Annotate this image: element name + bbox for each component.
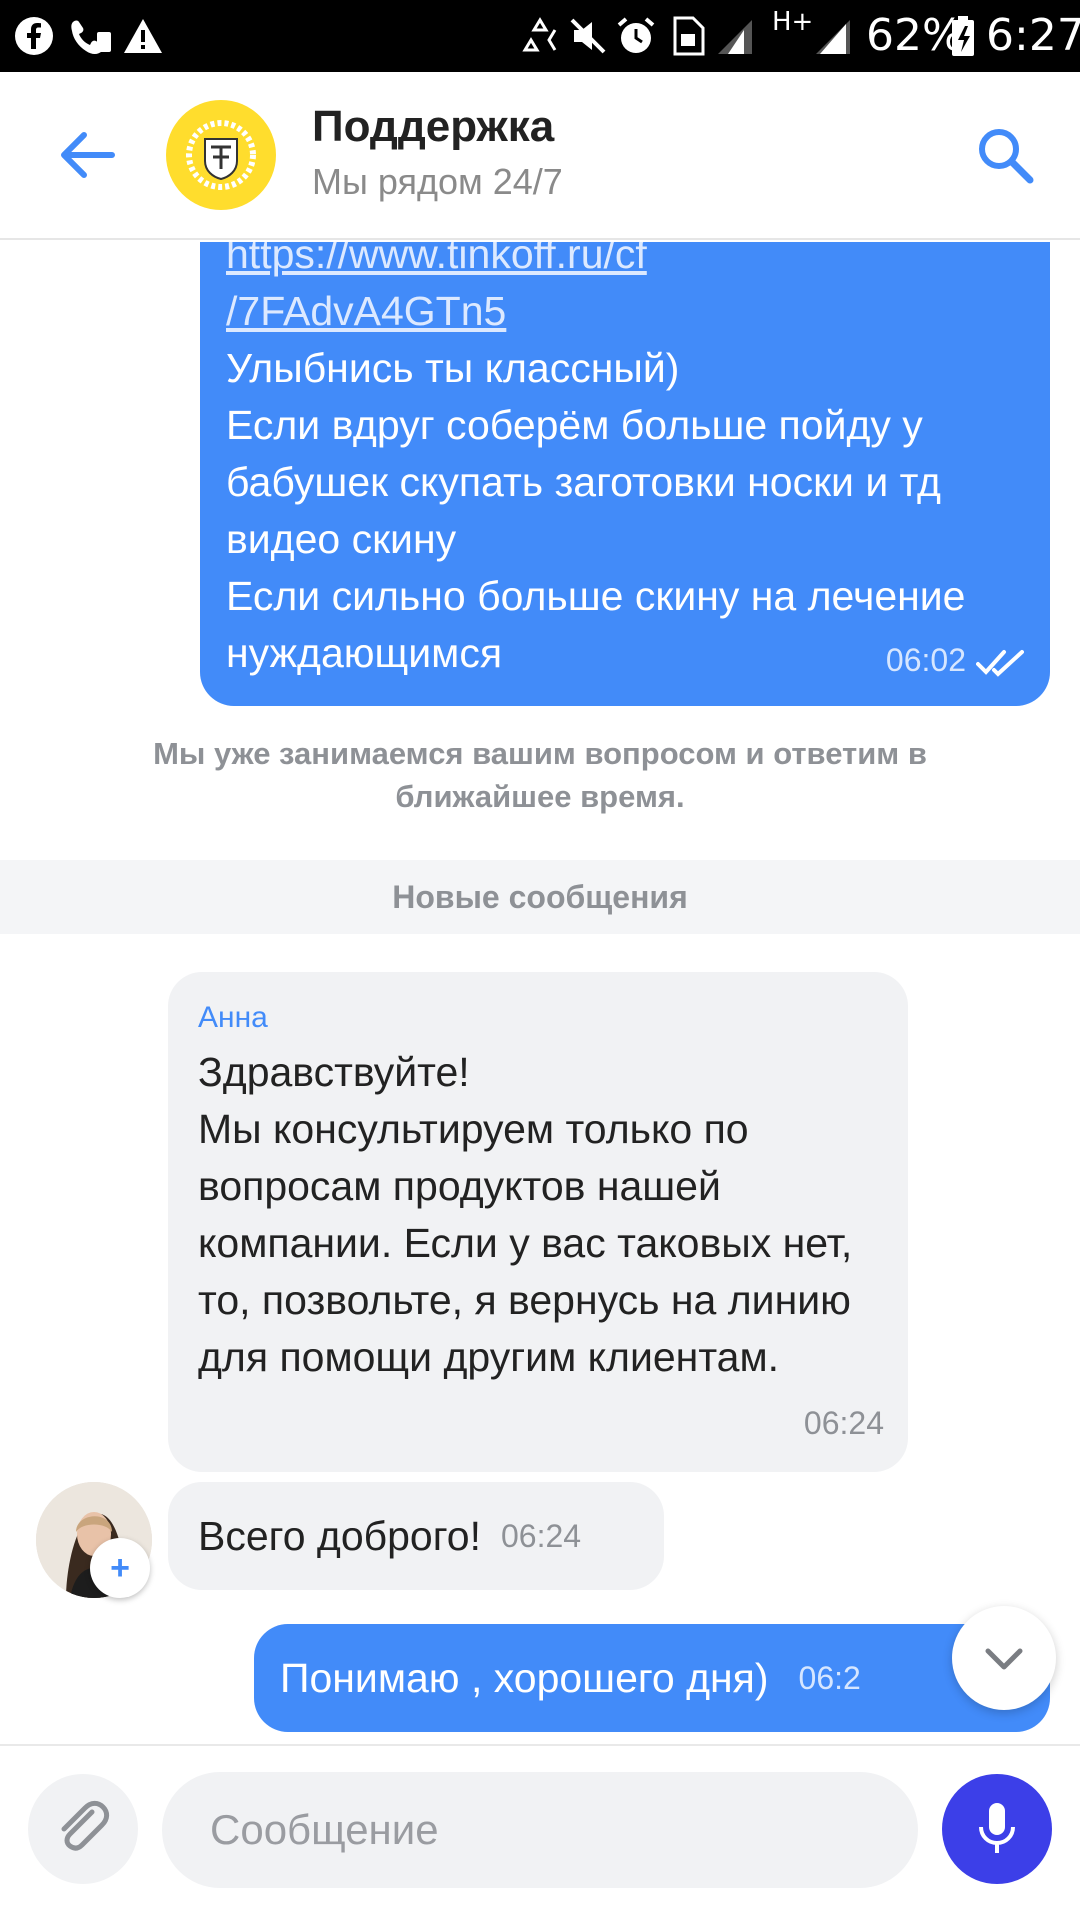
warning-icon	[120, 14, 166, 58]
back-button[interactable]	[52, 120, 122, 190]
search-button[interactable]	[972, 122, 1038, 188]
mute-icon	[566, 14, 610, 58]
chevron-down-icon	[985, 1648, 1023, 1670]
status-bar: H+ 62% 6:27	[0, 0, 1080, 72]
message-composer	[0, 1744, 1080, 1920]
chat-messages-area[interactable]: https://www.tinkoff.ru/cf /7FAdvA4GTn5 У…	[0, 242, 1080, 1744]
clock: 6:27	[986, 10, 1080, 61]
message-text: Улыбнись ты классный) Если вдруг соберём…	[226, 345, 966, 676]
network-type-label: H+	[772, 7, 814, 37]
support-logo-avatar[interactable]	[166, 100, 276, 210]
signal-icon	[714, 14, 758, 58]
recycle-icon	[518, 14, 562, 58]
system-note: Мы уже занимаемся вашим вопросом и ответ…	[153, 736, 927, 814]
search-icon	[979, 129, 1034, 184]
microphone-icon	[979, 1803, 1015, 1853]
message-time: 06:02	[885, 642, 966, 678]
outgoing-message[interactable]: Понимаю , хорошего дня) 06:2	[254, 1624, 1050, 1732]
battery-icon	[950, 14, 976, 58]
chat-subtitle: Мы рядом 24/7	[312, 161, 563, 202]
sim-icon	[666, 14, 710, 58]
new-messages-divider: Новые сообщения	[0, 860, 1080, 934]
message-time: 06:24	[803, 1405, 884, 1441]
message-text: Здравствуйте! Мы консультируем только по…	[198, 1049, 853, 1380]
incoming-message[interactable]: Всего доброго! 06:24	[168, 1482, 664, 1590]
wifi-calling-icon	[64, 14, 116, 58]
arrow-left-icon	[61, 132, 115, 178]
chat-title: Поддержка	[312, 102, 555, 151]
message-text: Всего доброго!	[198, 1512, 481, 1559]
attach-button[interactable]	[28, 1774, 138, 1884]
message-input[interactable]	[162, 1772, 918, 1888]
paperclip-icon	[61, 1800, 110, 1851]
message-text: Понимаю , хорошего дня)	[280, 1654, 769, 1701]
message-link[interactable]: /7FAdvA4GTn5	[226, 283, 1036, 340]
scroll-to-bottom-button[interactable]	[952, 1606, 1056, 1710]
new-messages-label: Новые сообщения	[392, 878, 688, 915]
facebook-icon	[12, 14, 56, 58]
message-author: Анна	[198, 1001, 268, 1034]
alarm-icon	[614, 14, 658, 58]
incoming-message[interactable]: Анна Здравствуйте! Мы консультируем толь…	[168, 972, 908, 1472]
plus-icon: +	[110, 1548, 130, 1587]
double-check-icon	[976, 650, 1024, 677]
tinkoff-emblem-icon	[186, 120, 256, 190]
voice-record-button[interactable]	[942, 1774, 1052, 1884]
add-contact-button[interactable]: +	[90, 1538, 150, 1598]
chat-header: Поддержка Мы рядом 24/7	[0, 72, 1080, 240]
message-time: 06:24	[500, 1517, 582, 1554]
message-link[interactable]: https://www.tinkoff.ru/cf	[226, 242, 1036, 283]
signal-icon	[812, 14, 856, 58]
outgoing-message[interactable]: https://www.tinkoff.ru/cf /7FAdvA4GTn5 У…	[200, 242, 1050, 706]
message-time: 06:2	[798, 1659, 861, 1696]
